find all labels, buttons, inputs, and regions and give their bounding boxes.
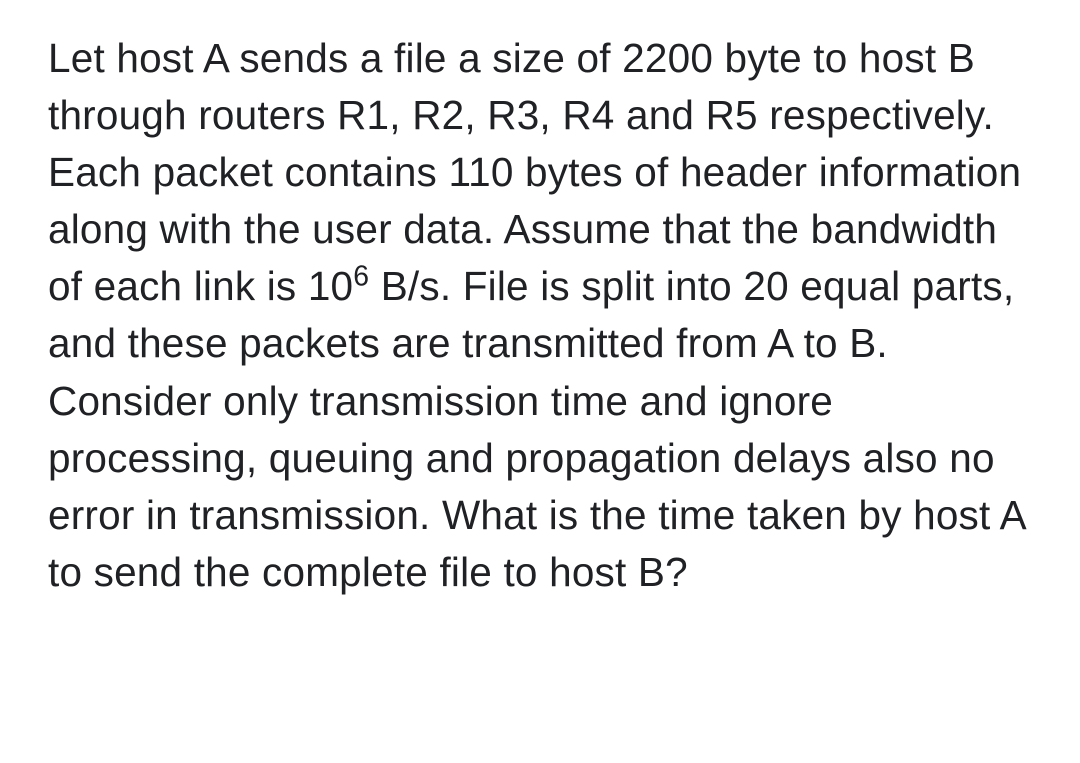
question-paragraph: Let host A sends a file a size of 2200 b… <box>48 30 1040 601</box>
question-exponent: 6 <box>353 261 369 293</box>
question-text-part2: B/s. File is split into 20 equal parts, … <box>48 263 1025 594</box>
